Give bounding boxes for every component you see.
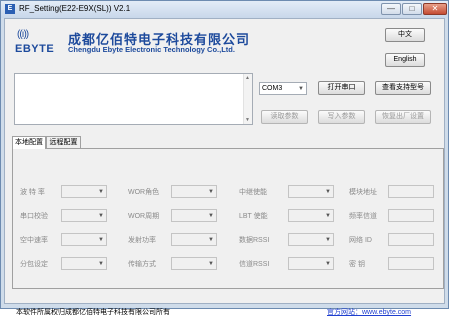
com-port-select[interactable]: COM3 ▼ [259,82,307,95]
freq-label: 频率信道 [349,213,377,220]
tx-mode-select[interactable]: ▼ [171,257,217,270]
channel-rssi-label: 信道RSSI [239,261,270,268]
app-icon: E [5,4,15,14]
air-rate-select[interactable]: ▼ [61,233,107,246]
chinese-button[interactable]: 中文 [385,28,425,42]
company-name-en: Chengdu Ebyte Electronic Technology Co.,… [68,45,235,54]
lbt-label: LBT 使能 [239,213,268,220]
title-bar[interactable]: E RF_Setting(E22-E9X(SL)) V2.1 — □ ✕ [1,1,448,18]
tx-power-label: 发射功率 [128,237,156,244]
tx-mode-label: 传输方式 [128,261,156,268]
read-params-button[interactable]: 读取参数 [261,110,308,124]
chevron-down-icon: ▼ [325,189,331,195]
key-input[interactable] [388,257,434,270]
chevron-down-icon: ▼ [208,237,214,243]
view-models-button[interactable]: 查看支持型号 [375,81,431,95]
write-params-button[interactable]: 写入参数 [318,110,365,124]
chevron-down-icon: ▼ [98,237,104,243]
data-rssi-label: 数据RSSI [239,237,270,244]
address-input[interactable] [388,185,434,198]
chevron-down-icon: ▼ [208,189,214,195]
packet-select[interactable]: ▼ [61,257,107,270]
english-button[interactable]: English [385,53,425,67]
factory-reset-button[interactable]: 恢复出厂设置 [375,110,431,124]
scroll-down-icon[interactable]: ▼ [245,117,250,123]
close-button[interactable]: ✕ [423,3,447,15]
ebyte-logo-icon: ((ı)) [17,29,29,40]
lbt-select[interactable]: ▼ [288,209,334,222]
log-scrollbar[interactable]: ▲ ▼ [243,74,252,124]
net-id-input[interactable] [388,233,434,246]
client-area: ((ı)) EBYTE 成都亿佰特电子科技有限公司 Chengdu Ebyte … [4,18,445,316]
chevron-down-icon: ▼ [325,213,331,219]
relay-label: 中继使能 [239,189,267,196]
key-label: 密 钥 [349,261,365,268]
window-title: RF_Setting(E22-E9X(SL)) V2.1 [19,4,131,13]
chevron-down-icon: ▼ [325,261,331,267]
open-port-button[interactable]: 打开串口 [318,81,365,95]
tab-remote-config[interactable]: 远程配置 [46,136,81,148]
log-textarea[interactable]: ▲ ▼ [14,73,253,125]
local-config-panel: 波 特 率 ▼ 串口校验 ▼ 空中速率 ▼ 分包设定 ▼ WOR角色 ▼ WOR… [12,148,444,289]
chevron-down-icon: ▼ [298,86,304,92]
wor-role-select[interactable]: ▼ [171,185,217,198]
chevron-down-icon: ▼ [98,213,104,219]
wor-period-label: WOR周期 [128,213,160,220]
address-label: 模块地址 [349,189,377,196]
wor-period-select[interactable]: ▼ [171,209,217,222]
freq-input[interactable] [388,209,434,222]
channel-rssi-select[interactable]: ▼ [288,257,334,270]
app-window: E RF_Setting(E22-E9X(SL)) V2.1 — □ ✕ ((ı… [0,0,449,316]
chevron-down-icon: ▼ [98,189,104,195]
scroll-up-icon[interactable]: ▲ [245,75,250,81]
parity-select[interactable]: ▼ [61,209,107,222]
chevron-down-icon: ▼ [98,261,104,267]
data-rssi-select[interactable]: ▼ [288,233,334,246]
tab-local-config[interactable]: 本地配置 [12,136,46,149]
ebyte-logo-text: EBYTE [15,43,55,55]
net-id-label: 网络 ID [349,237,372,244]
baud-select[interactable]: ▼ [61,185,107,198]
parity-label: 串口校验 [20,213,48,220]
chevron-down-icon: ▼ [325,237,331,243]
chevron-down-icon: ▼ [208,213,214,219]
com-port-value: COM3 [262,85,283,92]
tx-power-select[interactable]: ▼ [171,233,217,246]
wor-role-label: WOR角色 [128,189,160,196]
relay-select[interactable]: ▼ [288,185,334,198]
minimize-button[interactable]: — [381,3,401,15]
chevron-down-icon: ▼ [208,261,214,267]
maximize-button[interactable]: □ [402,3,422,15]
air-rate-label: 空中速率 [20,237,48,244]
baud-label: 波 特 率 [20,189,45,196]
packet-label: 分包设定 [20,261,48,268]
